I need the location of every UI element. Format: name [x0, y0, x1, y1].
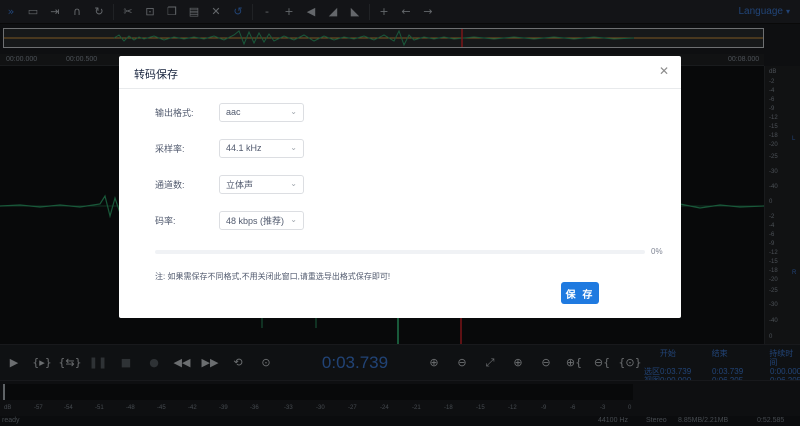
channels-label: 通道数:	[155, 179, 185, 190]
chevron-down-icon: ⌄	[290, 214, 297, 224]
save-button[interactable]: 保 存	[561, 282, 599, 304]
transcode-save-dialog: 转码保存 ✕ 输出格式: aac ⌄ 采样率: 44.1 kHz ⌄ 通道数: …	[119, 56, 681, 318]
dialog-title: 转码保存	[134, 69, 178, 81]
bitrate-row: 码率: 48 kbps (推荐) ⌄	[155, 210, 304, 230]
bitrate-select[interactable]: 48 kbps (推荐) ⌄	[219, 210, 304, 230]
output-format-row: 输出格式: aac ⌄	[155, 102, 304, 122]
chevron-down-icon: ⌄	[290, 106, 297, 116]
chevron-down-icon: ⌄	[290, 178, 297, 188]
bitrate-label: 码率:	[155, 215, 176, 226]
sample-rate-value: 44.1 kHz	[226, 143, 262, 153]
channels-select[interactable]: 立体声 ⌄	[219, 174, 304, 194]
progress-bar	[155, 250, 645, 254]
channels-value: 立体声	[226, 179, 254, 190]
chevron-down-icon: ⌄	[290, 142, 297, 152]
sample-rate-row: 采样率: 44.1 kHz ⌄	[155, 138, 304, 158]
output-format-select[interactable]: aac ⌄	[219, 102, 304, 122]
bitrate-value: 48 kbps (推荐)	[226, 215, 285, 226]
dialog-header: 转码保存 ✕	[119, 56, 681, 89]
save-note: 注: 如果需保存不同格式,不用关闭此窗口,请重选导出格式保存即可!	[155, 272, 391, 281]
output-format-value: aac	[226, 107, 241, 117]
channels-row: 通道数: 立体声 ⌄	[155, 174, 304, 194]
sample-rate-select[interactable]: 44.1 kHz ⌄	[219, 138, 304, 158]
sample-rate-label: 采样率:	[155, 143, 185, 154]
progress-text: 0%	[651, 247, 663, 256]
output-format-label: 输出格式:	[155, 107, 194, 118]
audio-editor-app: » ▭ ⇥ ∩ ↻ ✂ ⊡ ❐ ▤ ✕ ↺ - + ◀ ◢ ◣ + ← → La…	[0, 0, 800, 426]
close-icon[interactable]: ✕	[659, 64, 669, 78]
